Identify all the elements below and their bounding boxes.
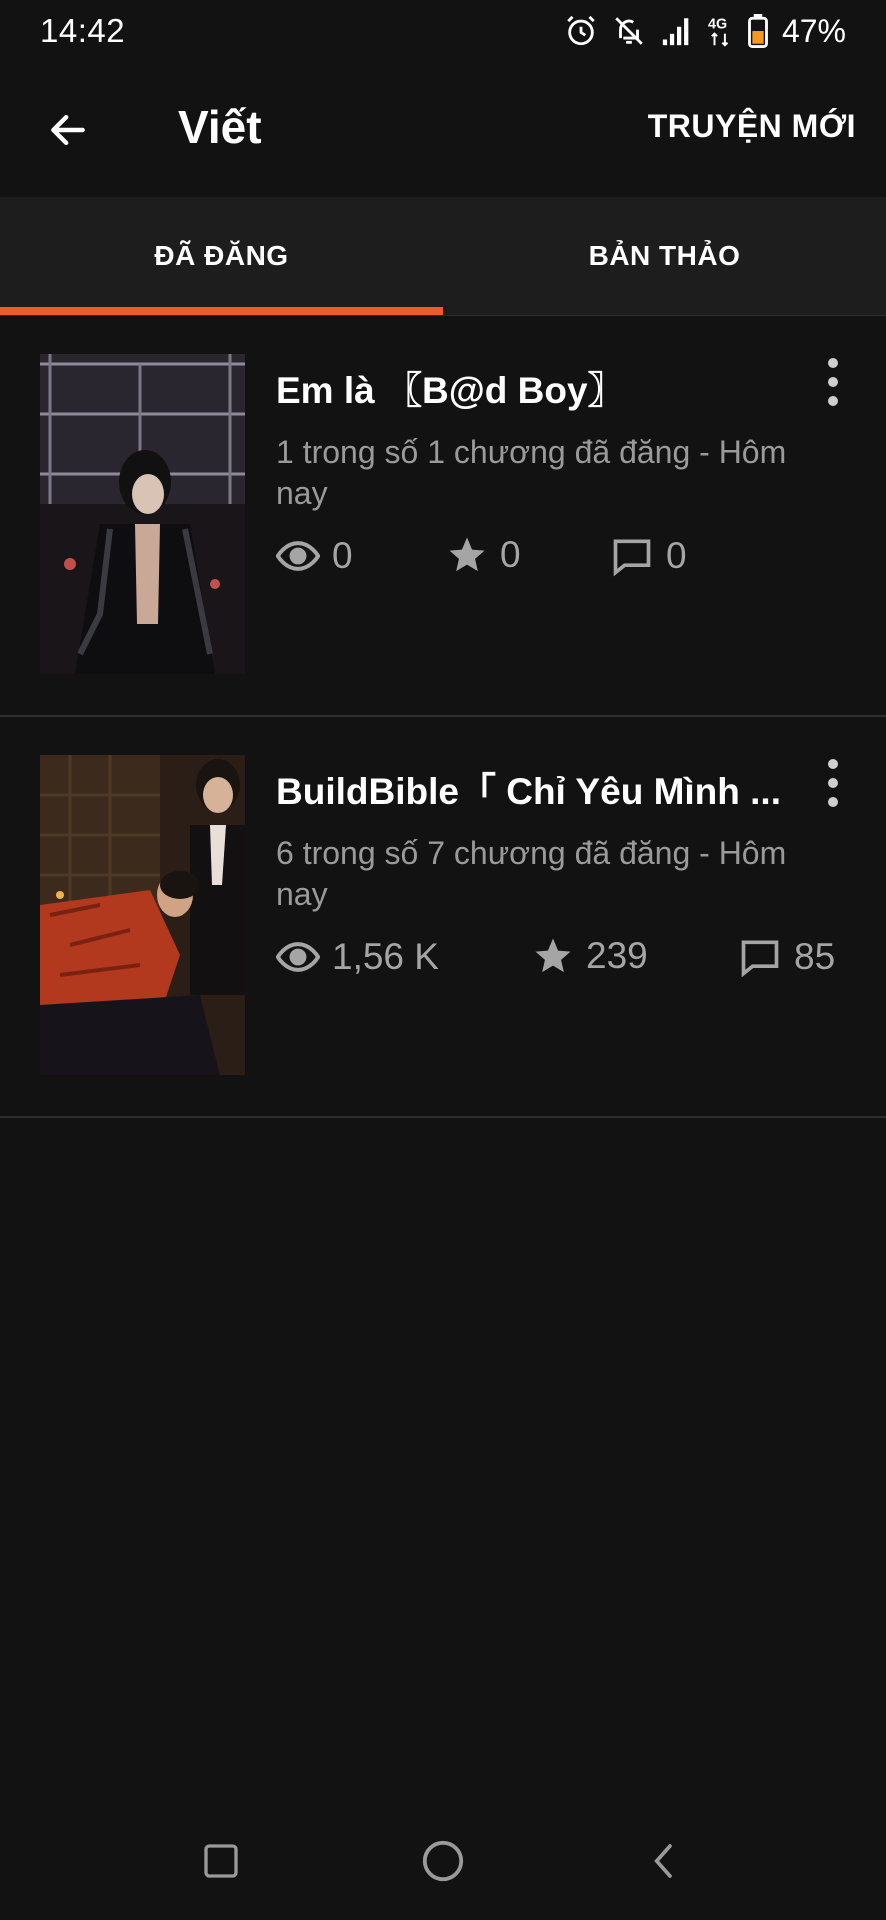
- status-time: 14:42: [40, 12, 126, 49]
- battery-icon: [748, 14, 768, 48]
- alarm-icon: [564, 14, 598, 48]
- svg-text:4G: 4G: [708, 16, 727, 32]
- story-title[interactable]: BuildBible「 Chỉ Yêu Mình ...: [276, 761, 796, 815]
- eye-icon: [276, 541, 320, 571]
- back-button[interactable]: [36, 98, 100, 162]
- comments-count: 85: [794, 936, 836, 977]
- views-stat: 0: [276, 534, 353, 578]
- story-list: Em là 〖B@d Boy〗 1 trong số 1 chương đã đ…: [0, 316, 886, 1118]
- back-nav-icon[interactable]: [640, 1836, 690, 1886]
- story-cover-image[interactable]: [40, 755, 245, 1075]
- comments-stat: 0: [610, 534, 687, 578]
- star-icon: [449, 537, 485, 572]
- votes-stat: 239: [532, 935, 648, 977]
- votes-stat: 0: [446, 534, 521, 576]
- story-stats: 0 0 0: [276, 534, 846, 584]
- views-count: 0: [332, 535, 353, 576]
- story-stats: 1,56 K 239 85: [276, 935, 846, 985]
- home-icon[interactable]: [418, 1836, 468, 1886]
- page-title: Viết: [178, 101, 262, 153]
- story-cover-image[interactable]: [40, 354, 245, 674]
- eye-icon: [276, 942, 320, 972]
- tab-published[interactable]: ĐÃ ĐĂNG: [0, 197, 443, 315]
- comments-stat: 85: [738, 935, 835, 979]
- views-stat: 1,56 K: [276, 935, 439, 979]
- tab-drafts[interactable]: BẢN THẢO: [443, 197, 886, 315]
- signal-icon: [660, 14, 694, 48]
- more-options-icon[interactable]: [820, 755, 846, 811]
- comment-icon: [613, 539, 651, 577]
- arrow-left-icon: [51, 114, 85, 146]
- tab-published-label: ĐÃ ĐĂNG: [154, 240, 289, 271]
- screen: 14:42 4G 47% Viết TRUYỆN MỚI ĐÃ ĐĂNG BẢN…: [0, 0, 886, 1920]
- tab-bar: ĐÃ ĐĂNG BẢN THẢO: [0, 197, 886, 315]
- comments-count: 0: [666, 535, 687, 576]
- star-icon: [535, 938, 571, 973]
- app-bar: Viết TRUYỆN MỚI: [0, 62, 886, 197]
- story-card[interactable]: BuildBible「 Chỉ Yêu Mình ... 6 trong số …: [0, 717, 886, 1118]
- story-title[interactable]: Em là 〖B@d Boy〗: [276, 360, 796, 414]
- comment-icon: [741, 940, 779, 978]
- bell-off-icon: [612, 14, 646, 48]
- tab-drafts-label: BẢN THẢO: [588, 240, 741, 271]
- status-icons: 4G 47%: [564, 13, 846, 50]
- tab-selected-indicator: [0, 307, 443, 315]
- more-options-icon[interactable]: [820, 354, 846, 410]
- new-story-button[interactable]: TRUYỆN MỚI: [648, 108, 856, 145]
- recent-apps-icon[interactable]: [196, 1836, 246, 1886]
- views-count: 1,56 K: [332, 936, 439, 977]
- status-bar: 14:42 4G 47%: [0, 0, 886, 62]
- votes-count: 0: [500, 534, 521, 575]
- votes-count: 239: [586, 935, 648, 976]
- story-meta: 1 trong số 1 chương đã đăng - Hôm nay: [276, 434, 787, 511]
- story-meta: 6 trong số 7 chương đã đăng - Hôm nay: [276, 835, 787, 912]
- story-card[interactable]: Em là 〖B@d Boy〗 1 trong số 1 chương đã đ…: [0, 316, 886, 717]
- network-4g-icon: 4G: [708, 14, 734, 48]
- navigation-bar: [0, 1800, 886, 1920]
- battery-percent: 47%: [781, 12, 846, 49]
